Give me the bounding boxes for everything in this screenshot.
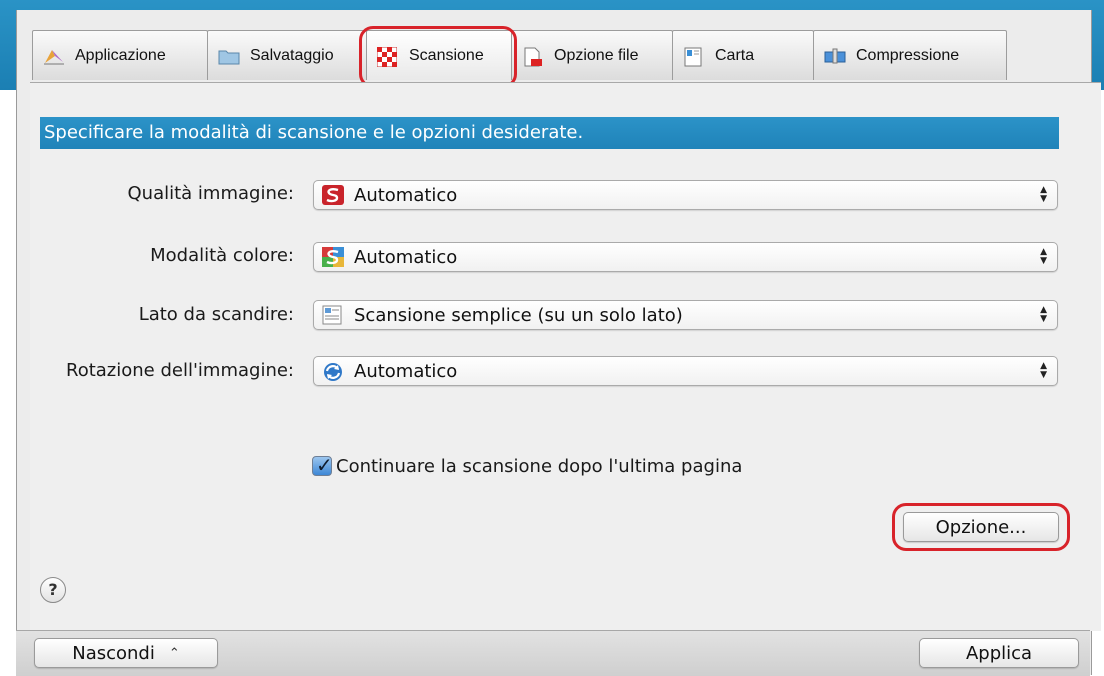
side-label: Lato da scandire:: [138, 304, 294, 325]
tab-opzione-file[interactable]: Opzione file: [511, 30, 673, 80]
tab-label: Applicazione: [75, 46, 166, 64]
apply-button[interactable]: Applica: [919, 638, 1079, 668]
color-label: Modalità colore:: [150, 245, 294, 266]
tab-label: Opzione file: [554, 46, 639, 64]
compression-icon: [824, 47, 846, 65]
quality-value: Automatico: [354, 184, 458, 206]
continue-scan-checkbox[interactable]: ✓: [312, 453, 333, 477]
tab-applicazione[interactable]: Applicazione: [32, 30, 208, 80]
checkmark-icon: ✓: [316, 453, 333, 477]
highlight-option-button: [892, 503, 1070, 551]
application-icon: [43, 47, 65, 65]
rotation-value: Automatico: [354, 360, 458, 382]
side-select[interactable]: Scansione semplice (su un solo lato) ▲ ▼: [313, 300, 1058, 330]
tab-compressione[interactable]: Compressione: [813, 30, 1007, 80]
tab-bar: Applicazione Salvataggio Scansione Opzio…: [32, 30, 1007, 82]
quality-label: Qualità immagine:: [127, 183, 295, 204]
continue-scan-row: ✓ Continuare la scansione dopo l'ultima …: [312, 453, 743, 478]
tab-label: Salvataggio: [250, 46, 334, 64]
tab-label: Compressione: [856, 46, 960, 64]
scansnap-red-icon: [322, 185, 344, 205]
select-arrows-icon: ▲ ▼: [1040, 247, 1047, 266]
color-value: Automatico: [354, 246, 458, 268]
rotation-icon: [322, 361, 344, 381]
tab-label: Carta: [715, 46, 755, 64]
quality-select[interactable]: Automatico ▲ ▼: [313, 180, 1058, 210]
select-arrows-icon: ▲ ▼: [1040, 185, 1047, 204]
hide-button-label: Nascondi: [72, 642, 155, 664]
select-arrows-icon: ▲ ▼: [1040, 305, 1047, 324]
chevron-up-icon: ⌃: [168, 645, 180, 661]
paper-icon: [683, 47, 705, 66]
tab-carta[interactable]: Carta: [672, 30, 814, 80]
highlight-scansione-tab: [359, 26, 517, 88]
help-button[interactable]: ?: [40, 577, 66, 603]
file-option-icon: [522, 47, 544, 66]
rotation-label: Rotazione dell'immagine:: [66, 360, 294, 381]
single-page-icon: [322, 305, 344, 325]
continue-scan-label: Continuare la scansione dopo l'ultima pa…: [336, 455, 743, 477]
side-value: Scansione semplice (su un solo lato): [354, 304, 683, 326]
section-banner: Specificare la modalità di scansione e l…: [40, 117, 1059, 149]
rotation-select[interactable]: Automatico ▲ ▼: [313, 356, 1058, 386]
tab-salvataggio[interactable]: Salvataggio: [207, 30, 367, 80]
select-arrows-icon: ▲ ▼: [1040, 361, 1047, 380]
folder-icon: [218, 47, 240, 65]
hide-button[interactable]: Nascondi ⌃: [34, 638, 218, 668]
color-select[interactable]: Automatico ▲ ▼: [313, 242, 1058, 272]
scansnap-color-icon: [322, 247, 344, 267]
